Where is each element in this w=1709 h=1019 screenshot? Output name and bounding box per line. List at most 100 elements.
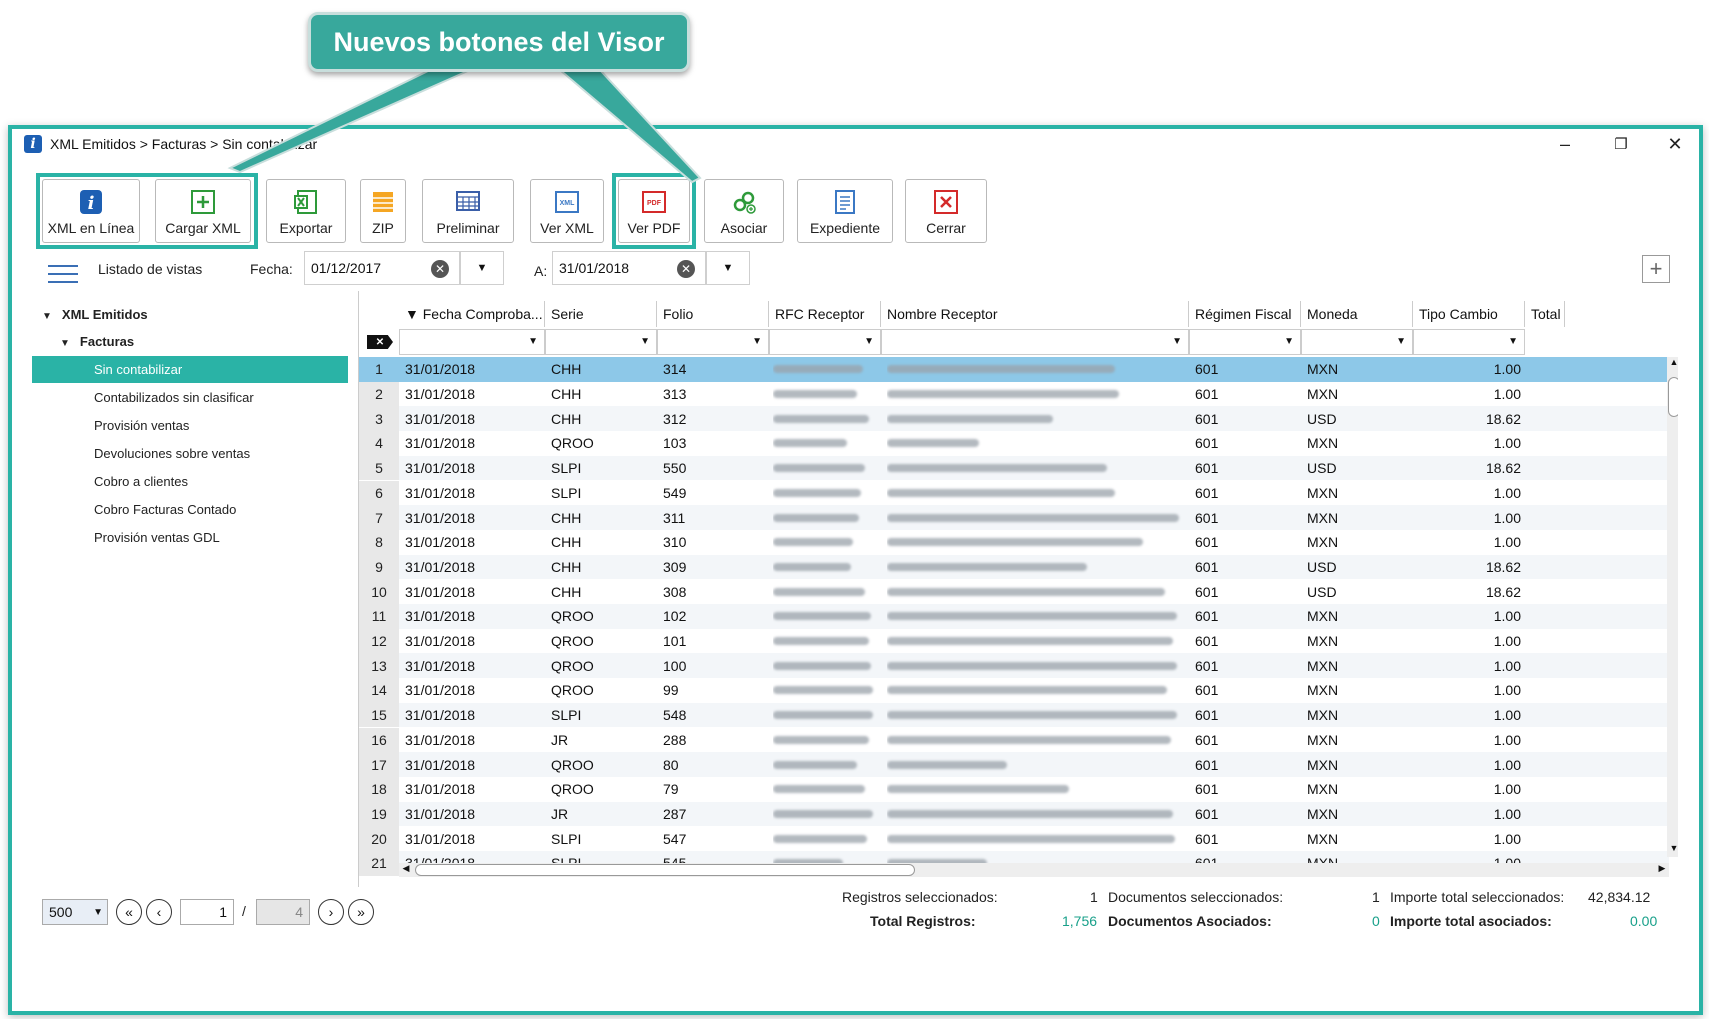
table-row[interactable]: 16 31/01/2018 JR 288 601 MXN 1.00	[359, 727, 1669, 753]
menu-icon[interactable]	[48, 259, 78, 287]
tree-item[interactable]: ▼ Facturas	[32, 328, 348, 355]
tree-item[interactable]: Cobro Facturas Contado	[32, 496, 348, 523]
zip-button[interactable]: ZIP	[360, 179, 406, 243]
page-input[interactable]: 1	[180, 899, 234, 925]
table-row[interactable]: 14 31/01/2018 QROO 99 601 MXN 1.00	[359, 678, 1669, 703]
redacted-blur	[773, 390, 857, 399]
table-row[interactable]: 15 31/01/2018 SLPI 548 601 MXN 1.00	[359, 702, 1669, 728]
column-header[interactable]: Nombre Receptor	[881, 301, 1189, 327]
column-filter[interactable]: ▼	[1301, 329, 1413, 355]
scroll-up-icon[interactable]: ▲	[1667, 357, 1678, 371]
prev-page-button[interactable]: ‹	[146, 899, 172, 925]
views-list-label[interactable]: Listado de vistas	[98, 261, 202, 277]
column-filter[interactable]: ▼	[1413, 329, 1525, 355]
horizontal-scroll-thumb[interactable]	[415, 864, 915, 876]
exportar-button[interactable]: Exportar	[266, 179, 346, 243]
document-icon	[831, 188, 859, 216]
cell-rfc-redacted	[773, 406, 877, 431]
cell-tipo-cambio: 1.00	[1493, 805, 1521, 822]
clear-filters-icon[interactable]: ✕	[359, 329, 399, 355]
table-row[interactable]: 11 31/01/2018 QROO 102 601 MXN 1.00	[359, 604, 1669, 629]
redacted-blur	[887, 488, 1115, 497]
tree-item[interactable]: Cobro a clientes	[32, 468, 348, 495]
tree-item[interactable]: ▼ XML Emitidos	[32, 301, 348, 328]
reg-sel-value: 1	[1090, 889, 1098, 905]
table-row[interactable]: 9 31/01/2018 CHH 309 601 USD 18.62	[359, 554, 1669, 580]
column-header[interactable]: Moneda	[1301, 301, 1413, 327]
column-header[interactable]: Serie	[545, 301, 657, 327]
date-to-dropdown[interactable]: ▼	[706, 251, 750, 285]
horizontal-scrollbar[interactable]: ◀ ▶	[399, 863, 1669, 877]
date-to-field[interactable]: 31/01/2018 ✕	[552, 251, 706, 285]
add-view-button[interactable]: +	[1642, 255, 1670, 283]
table-row[interactable]: 1 31/01/2018 CHH 314 601 MXN 1.00	[359, 357, 1669, 382]
scroll-right-icon[interactable]: ▶	[1655, 863, 1669, 877]
column-header[interactable]: Régimen Fiscal	[1189, 301, 1301, 327]
tree-item[interactable]: Contabilizados sin clasificar	[32, 384, 348, 411]
column-filter[interactable]: ▼	[1189, 329, 1301, 355]
close-window-button[interactable]: ✕	[1652, 129, 1698, 159]
column-header[interactable]: Total	[1525, 301, 1565, 327]
expand-arrow-icon[interactable]: ▼	[42, 311, 52, 322]
table-row[interactable]: 10 31/01/2018 CHH 308 601 USD 18.62	[359, 579, 1669, 604]
column-filter[interactable]: ▼	[545, 329, 657, 355]
cell-rfc-redacted	[773, 703, 877, 728]
cell-folio: 308	[663, 583, 687, 600]
table-row[interactable]: 2 31/01/2018 CHH 313 601 MXN 1.00	[359, 381, 1669, 407]
scroll-left-icon[interactable]: ◀	[399, 863, 413, 877]
redacted-blur	[773, 760, 857, 769]
column-filter[interactable]: ▼	[399, 329, 545, 355]
table-row[interactable]: 17 31/01/2018 QROO 80 601 MXN 1.00	[359, 752, 1669, 777]
last-page-button[interactable]: »	[348, 899, 374, 925]
column-header[interactable]: ▼ Fecha Comproba...	[399, 301, 545, 327]
minimize-button[interactable]: –	[1542, 129, 1588, 159]
table-row[interactable]: 4 31/01/2018 QROO 103 601 MXN 1.00	[359, 431, 1669, 456]
ver-xml-button[interactable]: XML Ver XML	[530, 179, 604, 243]
cell-rfc-redacted	[773, 456, 877, 481]
expediente-button[interactable]: Expediente	[797, 179, 893, 243]
column-header[interactable]: RFC Receptor	[769, 301, 881, 327]
table-row[interactable]: 19 31/01/2018 JR 287 601 MXN 1.00	[359, 801, 1669, 827]
table-row[interactable]: 18 31/01/2018 QROO 79 601 MXN 1.00	[359, 776, 1669, 802]
cargar-xml-button[interactable]: Cargar XML	[155, 179, 251, 243]
date-from-field[interactable]: 01/12/2017 ✕	[304, 251, 460, 285]
column-header[interactable]: Tipo Cambio	[1413, 301, 1525, 327]
first-page-button[interactable]: «	[116, 899, 142, 925]
column-filter[interactable]: ▼	[769, 329, 881, 355]
table-row[interactable]: 8 31/01/2018 CHH 310 601 MXN 1.00	[359, 529, 1669, 555]
column-header[interactable]: Folio	[657, 301, 769, 327]
cerrar-button[interactable]: Cerrar	[905, 179, 987, 243]
asociar-button[interactable]: Asociar	[704, 179, 784, 243]
tree-item[interactable]: Devoluciones sobre ventas	[32, 440, 348, 467]
cell-nombre-redacted	[887, 505, 1183, 530]
table-row[interactable]: 20 31/01/2018 SLPI 547 601 MXN 1.00	[359, 826, 1669, 851]
table-row[interactable]: 3 31/01/2018 CHH 312 601 USD 18.62	[359, 406, 1669, 432]
clear-icon[interactable]: ✕	[677, 260, 695, 278]
tree-item[interactable]: Sin contabilizar	[32, 356, 348, 383]
cell-folio: 102	[663, 608, 687, 625]
expand-arrow-icon[interactable]: ▼	[60, 338, 70, 349]
scroll-down-icon[interactable]: ▼	[1667, 843, 1678, 857]
table-row[interactable]: 13 31/01/2018 QROO 100 601 MXN 1.00	[359, 653, 1669, 679]
vertical-scrollbar[interactable]: ▲ ▼	[1667, 357, 1678, 857]
ver-pdf-button[interactable]: PDF Ver PDF	[618, 179, 690, 243]
table-row[interactable]: 12 31/01/2018 QROO 101 601 MXN 1.00	[359, 628, 1669, 654]
preliminar-button[interactable]: Preliminar	[422, 179, 514, 243]
date-from-dropdown[interactable]: ▼	[460, 251, 504, 285]
column-filter[interactable]: ▼	[881, 329, 1189, 355]
vertical-scroll-thumb[interactable]	[1668, 377, 1678, 417]
tree-item[interactable]: Provisión ventas GDL	[32, 524, 348, 551]
table-row[interactable]: 7 31/01/2018 CHH 311 601 MXN 1.00	[359, 505, 1669, 530]
page-size-select[interactable]: 500 ▼	[42, 899, 108, 925]
next-page-button[interactable]: ›	[318, 899, 344, 925]
cell-serie: CHH	[551, 558, 582, 575]
restore-button[interactable]: ❐	[1598, 129, 1644, 159]
table-row[interactable]: 6 31/01/2018 SLPI 549 601 MXN 1.00	[359, 480, 1669, 506]
column-filter[interactable]: ▼	[657, 329, 769, 355]
xml-en-linea-button[interactable]: i XML en Línea	[42, 179, 140, 243]
cell-fecha: 31/01/2018	[405, 756, 476, 773]
table-row[interactable]: 5 31/01/2018 SLPI 550 601 USD 18.62	[359, 455, 1669, 481]
tree-item[interactable]: Provisión ventas	[32, 412, 348, 439]
clear-icon[interactable]: ✕	[431, 260, 449, 278]
cell-rfc-redacted	[773, 678, 877, 703]
